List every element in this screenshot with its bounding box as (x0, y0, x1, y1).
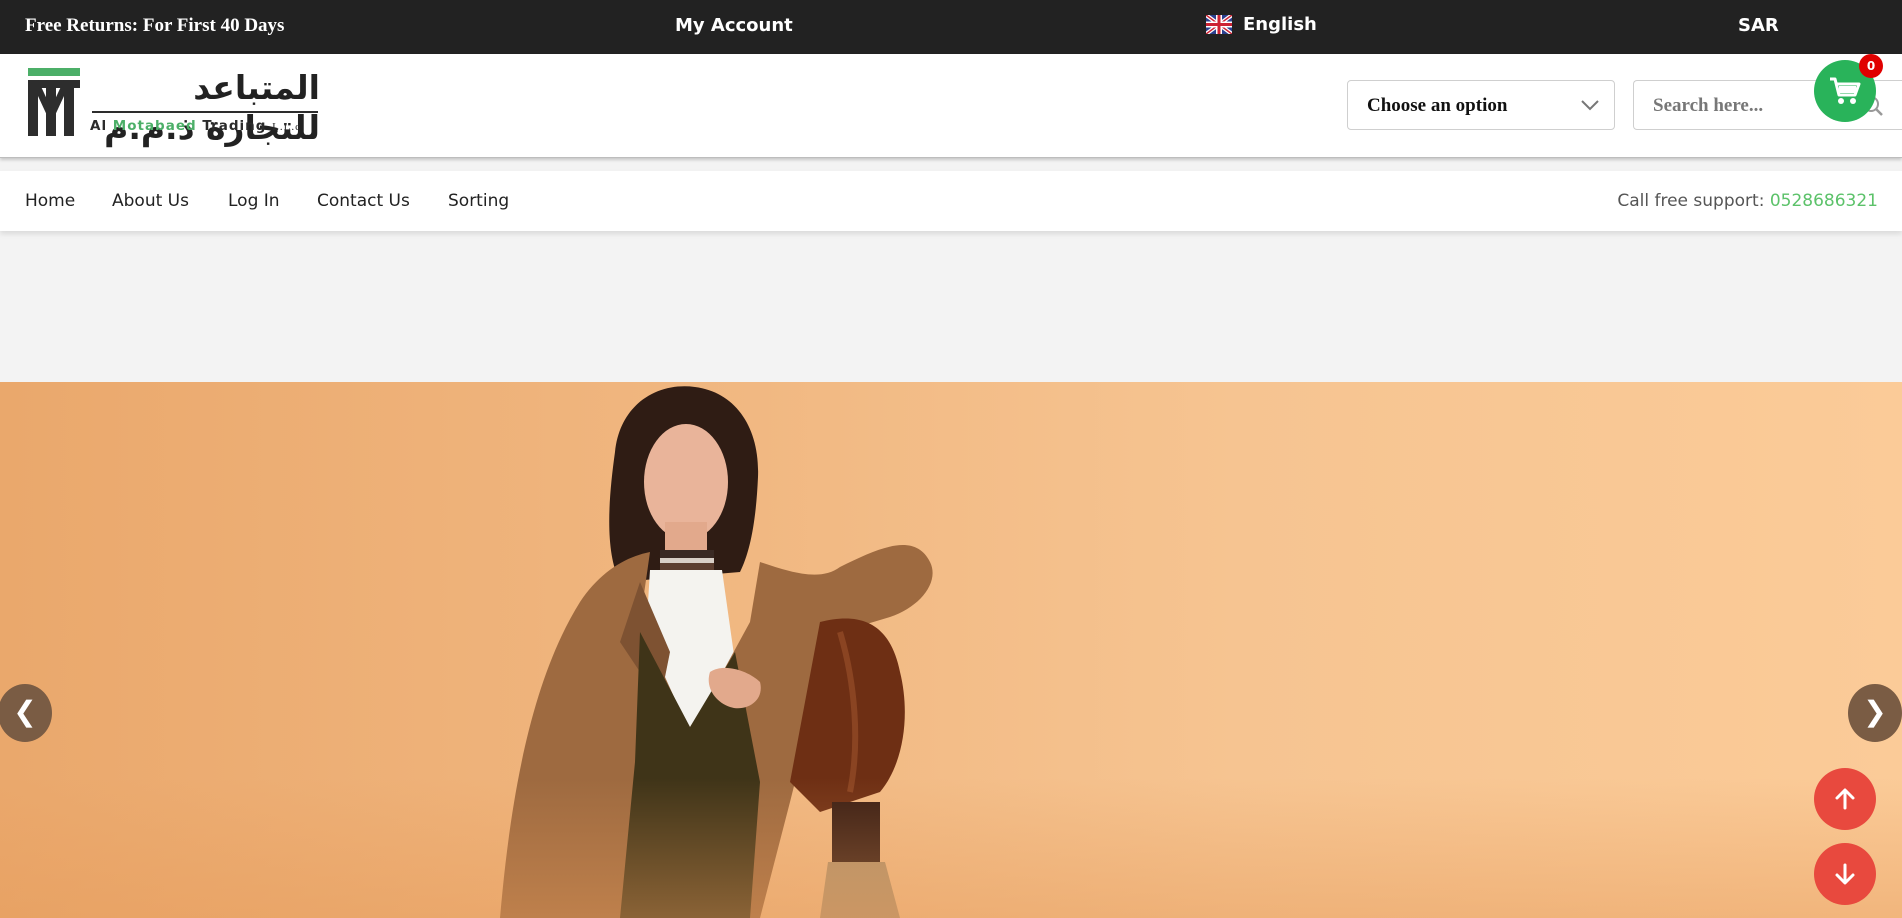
scroll-up-button[interactable] (1814, 768, 1876, 830)
chevron-down-icon (1581, 100, 1599, 111)
logo-english-text: Al Motabaed Trading L.L.c (90, 118, 301, 134)
cart-count-badge: 0 (1859, 54, 1883, 78)
hero-floor-shade (0, 778, 1902, 918)
slider-prev-button[interactable]: ❮ (0, 684, 52, 742)
logo-en-part4: L.L.c (272, 121, 301, 133)
header: المتباعد للتجارة ذ.م.م Al Motabaed Tradi… (0, 54, 1902, 158)
logo[interactable]: المتباعد للتجارة ذ.م.م Al Motabaed Tradi… (28, 66, 321, 147)
logo-mark-icon (28, 68, 80, 136)
promo-text: Free Returns: For First 40 Days (25, 15, 285, 36)
my-account-link[interactable]: My Account (675, 15, 793, 36)
uk-flag-icon (1206, 15, 1232, 34)
logo-underline (92, 111, 318, 113)
search-placeholder: Search here... (1653, 95, 1764, 116)
language-selector[interactable]: English (1206, 14, 1317, 35)
nav-item-log-in[interactable]: Log In (228, 191, 280, 211)
logo-en-part1: Al (90, 118, 113, 134)
cart-button[interactable]: 0 (1814, 54, 1883, 122)
support-label: Call free support: (1617, 191, 1770, 211)
nav-item-contact-us[interactable]: Contact Us (317, 191, 410, 211)
logo-en-part2: Motabaed (112, 118, 197, 134)
top-bar: Free Returns: For First 40 Days My Accou… (0, 0, 1902, 54)
arrow-down-icon (1835, 863, 1855, 885)
main-nav: Home About Us Log In Contact Us Sorting … (0, 171, 1902, 231)
arrow-up-icon (1835, 788, 1855, 810)
logo-en-part3: Trading (196, 118, 273, 134)
cart-icon (1830, 77, 1861, 104)
nav-item-home[interactable]: Home (25, 191, 75, 211)
nav-item-about-us[interactable]: About Us (112, 191, 189, 211)
support-info: Call free support: 0528686321 (1617, 191, 1878, 211)
scroll-down-button[interactable] (1814, 843, 1876, 905)
language-label: English (1243, 14, 1317, 35)
slider-next-button[interactable]: ❯ (1848, 684, 1902, 742)
logo-arabic-text: المتباعد للتجارة ذ.م.م (104, 68, 321, 147)
category-select-value: Choose an option (1367, 95, 1508, 116)
category-select[interactable]: Choose an option (1347, 80, 1615, 130)
currency-selector[interactable]: SAR (1738, 15, 1779, 36)
nav-item-sorting[interactable]: Sorting (448, 191, 509, 211)
support-phone-link[interactable]: 0528686321 (1770, 191, 1878, 211)
hero-slider (0, 382, 1902, 918)
